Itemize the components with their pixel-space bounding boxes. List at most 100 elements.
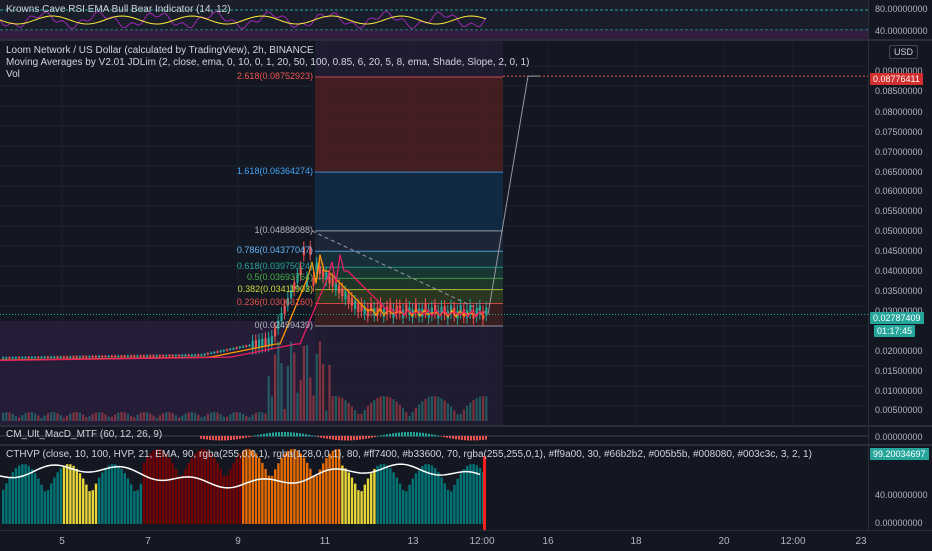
volume-bar [357,414,360,421]
hvp-bar [34,473,37,524]
candle-body [101,355,104,358]
volume-bar [139,412,142,421]
price-chart-plot[interactable] [0,41,868,425]
volume-bar [98,412,101,421]
volume-bar [114,414,117,421]
volume-bar [88,416,91,421]
hvp-bar [126,478,130,524]
hvp-bar [315,475,318,524]
rsi-pane[interactable]: Krowns Cave RSI EMA Bull Bear Indicator … [0,0,868,40]
volume-bar [258,412,261,421]
macd-pane[interactable]: CM_Ult_MacD_MTF (60, 12, 26, 9) [0,427,868,444]
hvp-bar [344,468,347,524]
volume-bar [62,417,65,421]
time-label: 7 [145,536,151,547]
volume-bar [206,413,209,421]
hvp-bar [226,475,229,524]
hvp-bar [46,489,50,524]
hvp-bar [142,462,146,524]
rsi-price-scale[interactable]: 80.00000000 40.00000000 [868,0,932,40]
main-chart-pane[interactable]: Loom Network / US Dollar (calculated by … [0,41,868,425]
hvp-price-scale[interactable]: 99.20034697 40.00000000 0.00000000 [868,446,932,530]
rsi-indicator-title[interactable]: Krowns Cave RSI EMA Bull Bear Indicator … [6,4,231,15]
volume-bar [280,363,283,421]
hvp-bar [216,463,219,524]
hvp-bar [242,450,245,524]
moving-averages-legend[interactable]: Moving Averages by V2.01 JDLim (2, close… [6,57,529,68]
time-label: 23 [855,536,867,547]
price-tick: 0.04500000 [875,246,923,256]
volume-bar [392,399,395,421]
volume-legend[interactable]: Vol [6,69,20,80]
price-tick: 0.00500000 [875,405,923,415]
hvp-bar [286,450,290,524]
symbol-title[interactable]: Loom Network / US Dollar (calculated by … [6,45,314,56]
candle-body [181,354,184,357]
hvp-bar [37,478,40,524]
volume-bar [443,400,446,421]
volume-bar [123,412,126,421]
hvp-bar [261,462,264,524]
hvp-bar [200,449,203,524]
volume-bar [27,412,30,421]
fib-level-label: 1.618(0.06364274) [236,166,313,177]
candle-body [8,357,11,359]
volume-bar [456,414,459,421]
candle-body [229,348,232,350]
volume-bar [104,414,107,421]
candle-body [248,344,251,347]
candle-body [88,356,91,358]
hvp-bar [347,472,350,524]
volume-bar [210,412,213,421]
price-tick: 0.05000000 [875,226,923,236]
volume-bar [75,412,78,421]
macd-price-scale[interactable]: 0.00000000 [868,427,932,444]
volume-bar [370,402,373,421]
macd-indicator-title[interactable]: CM_Ult_MacD_MTF (60, 12, 26, 9) [6,429,162,440]
volume-bar [354,410,357,421]
candle-body [194,354,197,356]
volume-bar [82,414,85,421]
volume-bar [14,416,17,421]
volume-bar [43,415,46,421]
fib-level-label: 0.5(0.03693764) [246,272,313,283]
candle-body [69,356,72,358]
candle-body [117,355,120,357]
hvp-bar [395,477,398,524]
volume-bar [11,413,14,421]
candle-body [75,356,78,358]
volume-bar [21,414,24,421]
candle-body [165,355,168,357]
volume-bar [446,403,449,421]
volume-bar [117,412,120,421]
hvp-bar [181,475,184,524]
hvp-bar [418,468,421,524]
hvp-bar [168,457,171,524]
hvp-bar [389,468,392,524]
main-price-scale[interactable]: USD 0.09000000 0.08500000 0.08000000 0.0750… [868,41,932,425]
volume-bar [389,397,392,421]
hvp-bar [350,477,354,524]
hvp-bar [405,491,408,524]
volume-bar [315,353,318,421]
candle-body [178,354,181,357]
hvp-bar [466,465,469,524]
hvp-pane[interactable]: CTHVP (close, 10, 100, HVP, 21, EMA, 90,… [0,446,868,530]
bar-countdown-badge: 01:17:45 [874,325,916,337]
hvp-bar [78,473,82,524]
hvp-indicator-title[interactable]: CTHVP (close, 10, 100, HVP, 21, EMA, 90,… [6,449,812,460]
time-label: 12:00 [469,536,495,547]
hvp-bar [274,469,277,524]
candle-body [82,356,85,358]
hvp-bar [171,463,174,524]
candle-body [485,307,488,316]
volume-bar [245,416,248,421]
volume-bar [50,412,53,421]
candle-body [91,356,94,358]
hvp-bar [94,483,98,524]
currency-button[interactable]: USD [889,45,919,59]
volume-bar [146,412,149,421]
time-label: 13 [407,536,419,547]
volume-bar [386,396,389,421]
volume-bar [312,395,315,421]
